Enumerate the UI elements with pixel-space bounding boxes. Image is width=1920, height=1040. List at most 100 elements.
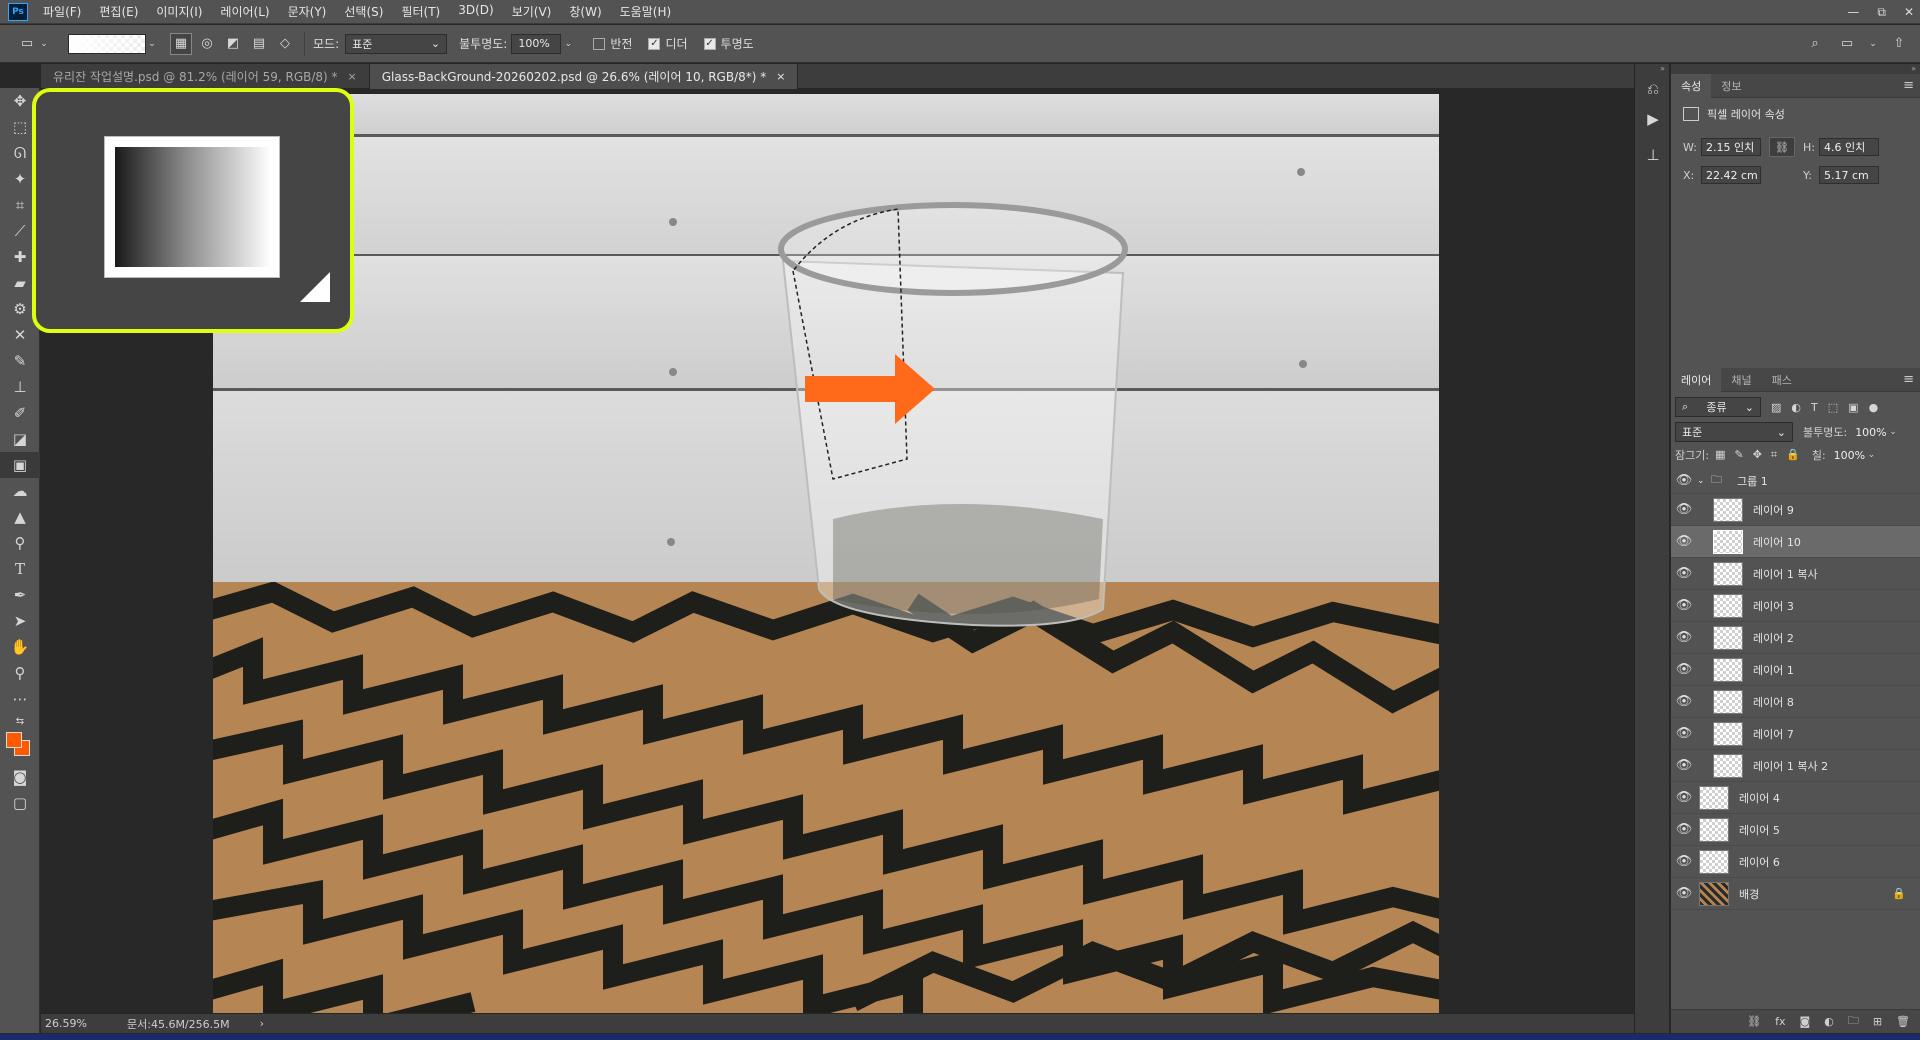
layer-row[interactable]: 👁 레이어 4 bbox=[1671, 782, 1920, 814]
width-field[interactable]: 2.15 인치 bbox=[1701, 138, 1761, 156]
menu-item[interactable]: 이미지(I) bbox=[147, 3, 211, 20]
smudge-tool-icon[interactable]: ☁ bbox=[0, 478, 40, 504]
chevron-down-icon[interactable]: ⌄ bbox=[1868, 33, 1878, 55]
menu-item[interactable]: 편집(E) bbox=[90, 3, 147, 20]
layer-row[interactable]: 👁 레이어 1 복사 2 bbox=[1671, 750, 1920, 782]
filter-pixel-icon[interactable]: ▨ bbox=[1771, 401, 1781, 414]
collapse-icon[interactable]: » bbox=[1671, 64, 1920, 74]
close-window-button[interactable]: ✕ bbox=[1904, 5, 1914, 19]
chevron-down-icon[interactable]: ⌄ bbox=[38, 33, 50, 55]
reverse-checkbox[interactable]: 반전 bbox=[593, 35, 632, 52]
visibility-eye-icon[interactable]: 👁 bbox=[1671, 502, 1697, 517]
trash-icon[interactable]: 🗑 bbox=[1896, 1015, 1910, 1028]
hand-tool-icon[interactable]: ✋ bbox=[0, 634, 40, 660]
zoom-level[interactable]: 26.59% bbox=[45, 1017, 107, 1030]
menu-item[interactable]: 문자(Y) bbox=[279, 3, 336, 20]
visibility-eye-icon[interactable]: 👁 bbox=[1671, 630, 1697, 645]
menu-item[interactable]: 파일(F) bbox=[34, 3, 90, 20]
stamp-icon[interactable]: ⊥ bbox=[1635, 140, 1671, 170]
layer-row[interactable]: 👁 레이어 2 bbox=[1671, 622, 1920, 654]
layer-row[interactable]: 👁 배경 🔒 bbox=[1671, 878, 1920, 910]
pen-tool-icon[interactable]: ✒ bbox=[0, 582, 40, 608]
visibility-eye-icon[interactable]: 👁 bbox=[1671, 473, 1697, 488]
menu-item[interactable]: 도움말(H) bbox=[611, 3, 681, 20]
menu-item[interactable]: 보기(V) bbox=[503, 3, 561, 20]
folder-icon[interactable]: 🗀 bbox=[1848, 1012, 1859, 1031]
close-tab-icon[interactable]: × bbox=[776, 70, 785, 83]
layer-row[interactable]: 👁 레이어 1 bbox=[1671, 654, 1920, 686]
filter-adjustment-icon[interactable]: ◐ bbox=[1791, 401, 1801, 414]
visibility-eye-icon[interactable]: 👁 bbox=[1671, 694, 1697, 709]
visibility-eye-icon[interactable]: 👁 bbox=[1671, 534, 1697, 549]
more-tools-icon[interactable]: ⋯ bbox=[0, 686, 40, 712]
gradient-picker[interactable] bbox=[68, 33, 146, 54]
angle-gradient-button[interactable]: ◩ bbox=[222, 33, 244, 55]
layer-row[interactable]: 👁 레이어 3 bbox=[1671, 590, 1920, 622]
menu-item[interactable]: 선택(S) bbox=[335, 3, 392, 20]
dodge-tool-icon[interactable]: ⚲ bbox=[0, 530, 40, 556]
chevron-down-icon[interactable]: ⌄ bbox=[1697, 476, 1707, 486]
y-field[interactable]: 5.17 cm bbox=[1819, 166, 1879, 184]
panel-menu-icon[interactable]: ≡ bbox=[1903, 372, 1914, 387]
visibility-eye-icon[interactable]: 👁 bbox=[1671, 822, 1697, 837]
close-tab-icon[interactable]: × bbox=[348, 70, 357, 83]
play-icon[interactable]: ▶ bbox=[1635, 104, 1671, 134]
layer-filter-select[interactable]: ⌕ 종류 ⌄ bbox=[1675, 397, 1761, 417]
menu-item[interactable]: 창(W) bbox=[560, 3, 610, 20]
chevron-down-icon[interactable]: ⌄ bbox=[1868, 450, 1876, 460]
tab-layers[interactable]: 레이어 bbox=[1671, 367, 1722, 392]
diamond-gradient-button[interactable]: ◇ bbox=[274, 33, 296, 55]
quick-mask-icon[interactable]: ◙ bbox=[0, 764, 40, 790]
mode-select[interactable]: 표준 ⌄ bbox=[345, 33, 448, 54]
swap-colors-icon[interactable]: ⇆ bbox=[0, 712, 40, 730]
minimize-button[interactable]: — bbox=[1847, 5, 1859, 19]
opacity-dropdown-icon[interactable]: ⌄ bbox=[561, 33, 575, 55]
visibility-eye-icon[interactable]: 👁 bbox=[1671, 662, 1697, 677]
linear-gradient-button[interactable]: ▦ bbox=[170, 32, 192, 55]
visibility-eye-icon[interactable]: 👁 bbox=[1671, 758, 1697, 773]
link-icon[interactable]: ⛓ bbox=[1769, 137, 1795, 157]
filter-type-icon[interactable]: T bbox=[1811, 401, 1818, 414]
visibility-eye-icon[interactable]: 👁 bbox=[1671, 566, 1697, 581]
dither-checkbox[interactable]: ✓ 디더 bbox=[648, 35, 688, 52]
status-arrow-icon[interactable]: › bbox=[260, 1017, 264, 1030]
menu-item[interactable]: 필터(T) bbox=[392, 3, 449, 20]
layer-row[interactable]: 👁 레이어 5 bbox=[1671, 814, 1920, 846]
layer-row[interactable]: 👁 레이어 8 bbox=[1671, 686, 1920, 718]
tab-channels[interactable]: 채널 bbox=[1721, 368, 1761, 392]
blend-mode-select[interactable]: 표준 ⌄ bbox=[1675, 422, 1793, 442]
foreground-color-swatch[interactable] bbox=[6, 732, 22, 748]
layer-row[interactable]: 👁 레이어 6 bbox=[1671, 846, 1920, 878]
adjustment-icon[interactable]: ◐ bbox=[1824, 1015, 1834, 1028]
chevron-down-icon[interactable]: ⌄ bbox=[1889, 427, 1897, 437]
transparency-checkbox[interactable]: ✓ 투명도 bbox=[703, 35, 754, 52]
tab-paths[interactable]: 패스 bbox=[1762, 368, 1802, 392]
menu-item[interactable]: 3D(D) bbox=[449, 3, 502, 20]
share-icon[interactable]: ⇧ bbox=[1888, 33, 1910, 55]
filter-toggle-icon[interactable]: ● bbox=[1869, 401, 1879, 414]
brush-tool-icon[interactable]: ✎ bbox=[0, 348, 40, 374]
type-tool-icon[interactable]: T bbox=[0, 556, 40, 582]
lock-paint-icon[interactable]: ✎ bbox=[1734, 448, 1743, 462]
screen-mode-icon[interactable]: ▢ bbox=[0, 790, 40, 816]
visibility-eye-icon[interactable]: 👁 bbox=[1671, 790, 1697, 805]
layer-row[interactable]: 👁 레이어 7 bbox=[1671, 718, 1920, 750]
tab-properties[interactable]: 속성 bbox=[1671, 73, 1712, 98]
layer-row[interactable]: 👁 레이어 10 bbox=[1671, 526, 1920, 558]
layer-group-row[interactable]: 👁 ⌄ 🗀 그룹 1 bbox=[1671, 468, 1920, 494]
layer-row[interactable]: 👁 레이어 9 bbox=[1671, 494, 1920, 526]
sharpen-tool-icon[interactable]: ▲ bbox=[0, 504, 40, 530]
image-canvas[interactable] bbox=[213, 94, 1439, 1014]
lock-move-icon[interactable]: ✥ bbox=[1753, 448, 1762, 462]
lock-artboard-icon[interactable]: ⌗ bbox=[1771, 448, 1777, 462]
tab-info[interactable]: 정보 bbox=[1711, 74, 1751, 98]
tab-document-1[interactable]: 유리잔 작업설명.psd @ 81.2% (레이어 59, RGB/8) * × bbox=[41, 64, 370, 89]
lock-all-icon[interactable]: 🔒 bbox=[1786, 448, 1800, 462]
eraser-tool-icon[interactable]: ◪ bbox=[0, 426, 40, 452]
lock-transparent-icon[interactable]: ▦ bbox=[1715, 448, 1725, 462]
gradient-tool-icon[interactable]: ▣ bbox=[0, 452, 40, 478]
layer-opacity-field[interactable]: 100% bbox=[1851, 423, 1889, 441]
radial-gradient-button[interactable]: ◎ bbox=[196, 33, 218, 55]
history-brush-tool-icon[interactable]: ✐ bbox=[0, 400, 40, 426]
content-aware-move-tool-icon[interactable]: ✕ bbox=[0, 322, 40, 348]
